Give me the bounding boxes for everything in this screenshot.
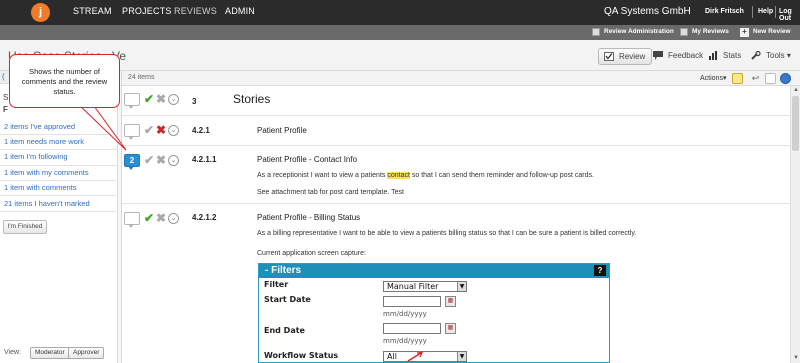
callout-pointer [76,103,127,151]
annotation-callout: Shows the number of comments and the rev… [9,54,120,108]
